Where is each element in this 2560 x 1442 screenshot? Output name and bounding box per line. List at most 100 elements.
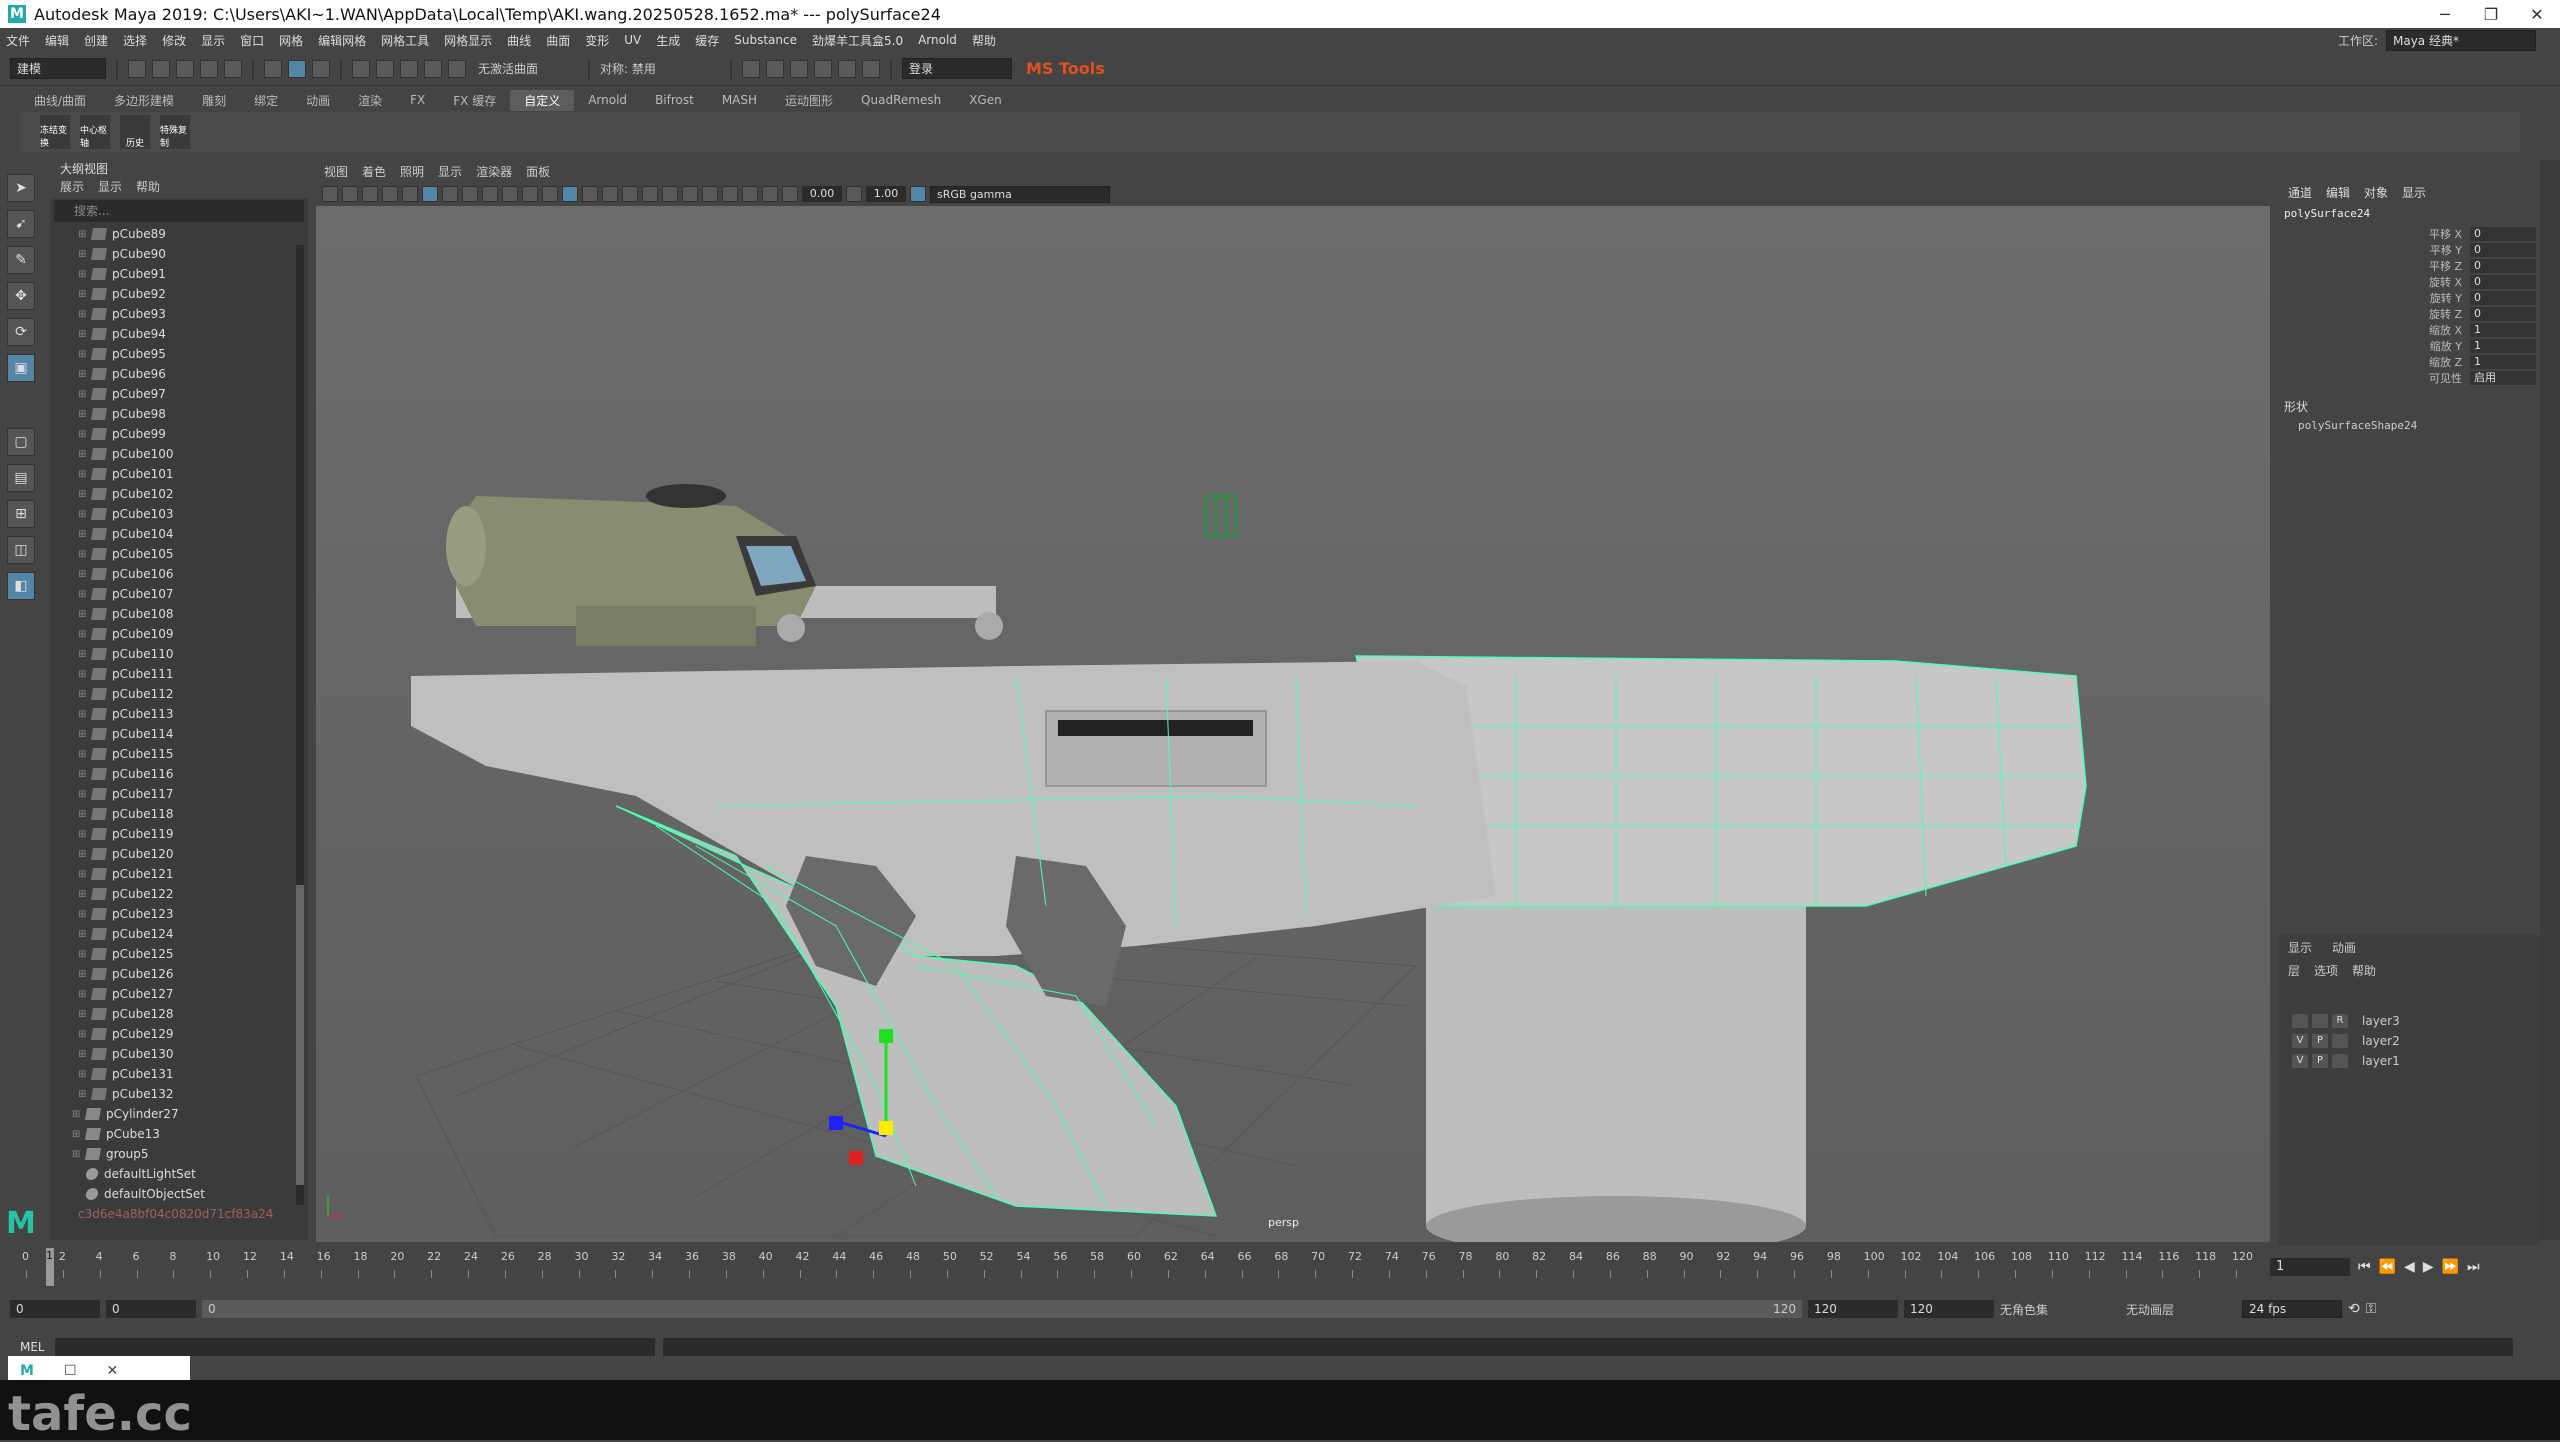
- shadows-icon[interactable]: [622, 186, 638, 202]
- perspective-viewport[interactable]: persp: [316, 206, 2270, 1242]
- expand-icon[interactable]: ⊞: [78, 809, 88, 820]
- play-icon[interactable]: ▶: [2423, 1259, 2434, 1275]
- shelf-tab-quadremesh[interactable]: QuadRemesh: [847, 91, 955, 109]
- outliner-item[interactable]: ⊞ pCube13: [50, 1124, 308, 1144]
- motion-blur-icon[interactable]: [662, 186, 678, 202]
- expand-icon[interactable]: ⊞: [78, 589, 88, 600]
- expand-icon[interactable]: ⊞: [78, 289, 88, 300]
- menu-toolbox-plugin[interactable]: 劲爆羊工具盒5.0: [812, 32, 903, 49]
- time-slider[interactable]: 0 2 4 6 8 10 12 14 16 18 20 22 24 26 28 30 32 34 36 38 40 42 4…: [20, 1248, 2260, 1286]
- shelf-tab-motion-graphics[interactable]: 运动图形: [771, 90, 847, 111]
- grid-toggle-icon[interactable]: [422, 186, 438, 202]
- channel-value[interactable]: 0: [2470, 243, 2536, 257]
- grease-pencil-icon[interactable]: [402, 186, 418, 202]
- layer-name[interactable]: layer2: [2362, 1034, 2400, 1048]
- expand-icon[interactable]: ⊞: [78, 249, 88, 260]
- scale-tool-icon[interactable]: ▣: [7, 354, 35, 382]
- outliner-item[interactable]: ⊞ pCube105: [50, 544, 308, 564]
- shelf-tab-poly[interactable]: 多边形建模: [100, 90, 188, 111]
- current-frame-field[interactable]: 1: [2270, 1258, 2350, 1276]
- expand-icon[interactable]: ⊞: [78, 949, 88, 960]
- expand-icon[interactable]: ⊞: [78, 269, 88, 280]
- hypershade-icon[interactable]: [814, 59, 832, 78]
- outliner-item[interactable]: ⊞ pCube123: [50, 904, 308, 924]
- lights-icon[interactable]: [602, 186, 618, 202]
- expand-icon[interactable]: ⊞: [78, 669, 88, 680]
- snap-view-plane-icon[interactable]: [424, 59, 442, 78]
- login-dropdown[interactable]: 登录: [902, 58, 1012, 79]
- layer-display-toggle[interactable]: R: [2332, 1014, 2348, 1028]
- persp-outliner-icon[interactable]: ◧: [7, 572, 35, 600]
- expand-icon[interactable]: ⊞: [78, 349, 88, 360]
- expand-icon[interactable]: ⊞: [78, 849, 88, 860]
- menu-mesh-display[interactable]: 网格显示: [444, 32, 492, 49]
- open-scene-icon[interactable]: [152, 59, 170, 78]
- outliner-item[interactable]: ⊞ pCube112: [50, 684, 308, 704]
- freeze-transform-button[interactable]: 冻结变换: [40, 115, 70, 149]
- outliner-item[interactable]: ⊞ pCube103: [50, 504, 308, 524]
- outliner-item[interactable]: ⊞ pCube129: [50, 1024, 308, 1044]
- range-bar[interactable]: 0 120: [202, 1300, 1802, 1318]
- cb-tab-edit[interactable]: 编辑: [2326, 184, 2350, 201]
- outliner-item[interactable]: ⊞ pCube114: [50, 724, 308, 744]
- expand-icon[interactable]: ⊞: [78, 709, 88, 720]
- expand-icon[interactable]: ⊞: [78, 1049, 88, 1060]
- restore-icon[interactable]: ☐: [64, 1363, 77, 1379]
- shelf-tab-mash[interactable]: MASH: [708, 91, 771, 109]
- channel-row[interactable]: 平移 Y 0: [2278, 242, 2540, 258]
- snap-live-icon[interactable]: [448, 59, 466, 78]
- bookmark-icon[interactable]: [362, 186, 378, 202]
- expand-icon[interactable]: ⊞: [78, 789, 88, 800]
- layer-row[interactable]: Rlayer3: [2278, 1011, 2540, 1031]
- autokey-icon[interactable]: ⚿: [2366, 1301, 2377, 1317]
- channel-value[interactable]: 1: [2470, 323, 2536, 337]
- outliner-item[interactable]: ⊞ pCube121: [50, 864, 308, 884]
- layer-playback-toggle[interactable]: P: [2312, 1054, 2328, 1068]
- lasso-tool-icon[interactable]: ➹: [7, 210, 35, 238]
- expand-icon[interactable]: ⊞: [78, 969, 88, 980]
- fps-dropdown[interactable]: 24 fps: [2242, 1300, 2342, 1318]
- outliner-item[interactable]: ⊞ pCube116: [50, 764, 308, 784]
- expand-icon[interactable]: ⊞: [78, 1009, 88, 1020]
- ambient-occlusion-icon[interactable]: [642, 186, 658, 202]
- mel-input[interactable]: [54, 1338, 655, 1356]
- ms-tools-logo[interactable]: MS Tools: [1026, 59, 1105, 78]
- shelf-tab-rigging[interactable]: 绑定: [240, 90, 292, 111]
- exposure-icon[interactable]: [782, 186, 798, 202]
- snap-curve-icon[interactable]: [376, 59, 394, 78]
- outliner-search-input[interactable]: 搜索...: [54, 200, 304, 222]
- render-frame-icon[interactable]: [742, 59, 760, 78]
- paint-select-icon[interactable]: ✎: [7, 246, 35, 274]
- layer-row[interactable]: V Player1: [2278, 1051, 2540, 1071]
- channel-row[interactable]: 平移 Z 0: [2278, 258, 2540, 274]
- move-tool-icon[interactable]: ✥: [7, 282, 35, 310]
- delete-history-button[interactable]: 历史: [120, 115, 150, 149]
- expand-icon[interactable]: ⊞: [78, 1029, 88, 1040]
- save-scene-icon[interactable]: [176, 59, 194, 78]
- layer-name[interactable]: layer1: [2362, 1054, 2400, 1068]
- outliner-item[interactable]: ⊞ group5: [50, 1144, 308, 1164]
- outliner-item[interactable]: ⊞ pCube119: [50, 824, 308, 844]
- expand-icon[interactable]: ⊞: [78, 909, 88, 920]
- channel-value[interactable]: 1: [2470, 355, 2536, 369]
- menu-mesh[interactable]: 网格: [279, 32, 303, 49]
- color-space-dropdown[interactable]: sRGB gamma: [930, 185, 1110, 203]
- layer-display-toggle[interactable]: [2332, 1054, 2348, 1068]
- expand-icon[interactable]: ⊞: [78, 869, 88, 880]
- outliner-set[interactable]: defaultLightSet: [50, 1164, 308, 1184]
- expand-icon[interactable]: ⊞: [78, 309, 88, 320]
- channel-row[interactable]: 可见性 启用: [2278, 370, 2540, 386]
- shelf-tab-fx[interactable]: FX: [396, 91, 439, 109]
- playback-end-field[interactable]: 120: [1808, 1300, 1898, 1318]
- outliner-item[interactable]: ⊞ pCube106: [50, 564, 308, 584]
- vp-menu-panels[interactable]: 面板: [526, 163, 550, 180]
- isolate-select-icon[interactable]: [722, 186, 738, 202]
- vp-menu-shading[interactable]: 着色: [362, 163, 386, 180]
- menu-deform[interactable]: 变形: [585, 32, 609, 49]
- layer-row[interactable]: V Player2: [2278, 1031, 2540, 1051]
- gamma-icon[interactable]: [846, 186, 862, 202]
- shelf-tab-fx-cache[interactable]: FX 缓存: [439, 90, 510, 111]
- exposure-field[interactable]: 0.00: [802, 186, 842, 202]
- outliner-item[interactable]: ⊞ pCube111: [50, 664, 308, 684]
- expand-icon[interactable]: ⊞: [78, 369, 88, 380]
